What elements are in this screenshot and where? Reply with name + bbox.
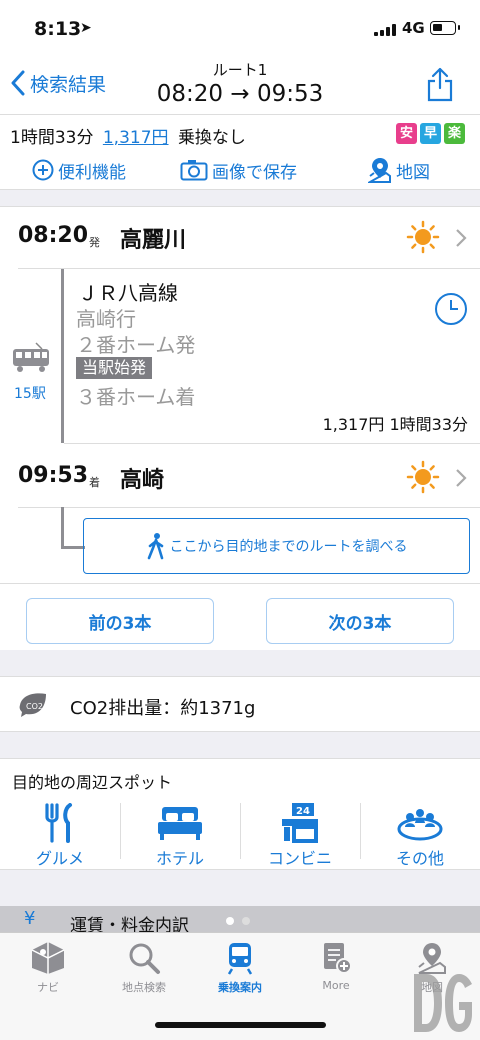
spot-gourmet[interactable]: グルメ [0, 803, 120, 868]
tab-navi[interactable]: ナビ [0, 941, 96, 999]
route-to-destination-button[interactable]: ここから目的地までのルートを調べる [83, 518, 470, 574]
other-icon [397, 809, 443, 841]
spot-convenience-store[interactable]: 24 コンビニ [240, 803, 360, 868]
page-indicator [226, 917, 250, 925]
summary-duration: 1時間33分 [10, 128, 94, 148]
train-icon [13, 342, 49, 372]
spot-other-label: その他 [395, 849, 444, 868]
summary-fare-link[interactable]: 1,317円 [103, 128, 169, 148]
departure-time: 08:20 [18, 223, 89, 248]
arrival-station: 高崎 [120, 468, 165, 493]
spot-hotel[interactable]: ホテル [120, 803, 240, 868]
co2-leaf-icon: CO2 [19, 693, 46, 717]
train-destination: 高崎行 [76, 307, 136, 331]
badge-cheap: 安 [396, 123, 417, 144]
origin-tag: 当駅始発 [76, 357, 153, 379]
route-time-range: 08:20 → 09:53 [156, 81, 324, 107]
spot-other[interactable]: その他 [360, 803, 480, 868]
watermark-logo [414, 974, 472, 1032]
save-image-button[interactable]: 画像で保存 [180, 155, 297, 185]
convenient-functions-label: 便利機能 [58, 162, 126, 183]
divider [18, 268, 480, 269]
status-bar: 8:13 ➤ 4G [0, 0, 480, 56]
departure-row[interactable]: 08:20 発 高麗川 [0, 207, 480, 267]
save-image-label: 画像で保存 [212, 162, 297, 183]
location-arrow-icon: ➤ [80, 20, 92, 36]
chevron-right-icon [456, 469, 467, 487]
station-count: 15駅 [14, 386, 46, 402]
divider [18, 507, 480, 508]
departure-kind: 発 [89, 236, 100, 249]
home-indicator [155, 1022, 326, 1028]
tab-transfer-guide[interactable]: 乗換案内 [192, 941, 288, 999]
share-icon[interactable] [424, 66, 456, 102]
spot-convenience-store-label: コンビニ [267, 849, 332, 868]
route-detail-card: 08:20 発 高麗川 ＪＲ八高線 高崎行 ２番ホーム発 当駅始発 ３番ホーム着… [0, 206, 480, 584]
route-badges: 安 早 楽 [396, 123, 465, 144]
route-line [61, 269, 64, 443]
plus-circle-icon [32, 159, 54, 181]
camera-icon [180, 160, 208, 181]
co2-emission: CO2排出量：約1371g [70, 698, 256, 719]
map-button[interactable]: 地図 [368, 155, 430, 185]
nearby-spots: 目的地の周辺スポット グルメ ホテル 24 コンビニ その他 [0, 758, 480, 870]
departure-station: 高麗川 [120, 228, 187, 253]
next-trains-button[interactable]: 次の3本 [266, 598, 454, 644]
previous-trains-button[interactable]: 前の3本 [26, 598, 214, 644]
route-to-destination-label: ここから目的地までのルートを調べる [169, 539, 408, 555]
tab-navi-label: ナビ [37, 981, 59, 994]
tab-place-search-label: 地点検索 [122, 981, 166, 994]
arrival-platform: ３番ホーム着 [76, 385, 196, 409]
gourmet-icon [45, 803, 72, 843]
status-time: 8:13 [34, 18, 82, 40]
tab-transfer-guide-label: 乗換案内 [218, 981, 262, 994]
prev-next-section: 前の3本 次の3本 [0, 584, 480, 650]
spot-gourmet-label: グルメ [35, 849, 84, 868]
document-add-icon [324, 943, 352, 974]
network-type: 4G [402, 19, 425, 37]
map-pin-icon [368, 158, 391, 183]
badge-easy: 楽 [444, 123, 465, 144]
spot-hotel-label: ホテル [155, 849, 204, 868]
divider [64, 443, 480, 444]
tab-more[interactable]: More [288, 941, 384, 999]
sun-icon [406, 460, 440, 494]
convenience-store-badge: 24 [296, 806, 310, 817]
walking-person-icon [147, 533, 163, 560]
train-front-icon [227, 943, 253, 975]
co2-row: CO2 CO2排出量：約1371g [0, 676, 480, 732]
search-icon [129, 943, 160, 974]
nav-bar: 検索結果 ルート1 08:20 → 09:53 [0, 56, 480, 114]
train-line-name: ＪＲ八高線 [78, 281, 178, 305]
badge-fast: 早 [420, 123, 441, 144]
arrival-kind: 着 [89, 476, 100, 489]
map-label: 地図 [396, 162, 430, 183]
arrival-time: 09:53 [18, 463, 89, 488]
clock-icon[interactable] [434, 292, 468, 326]
departure-platform: ２番ホーム発 [76, 333, 196, 357]
summary-transfers: 乗換なし [177, 128, 246, 148]
route-summary: 1時間33分 1,317円 乗換なし 安 早 楽 便利機能 画像で保存 地図 [0, 114, 480, 190]
summary-line: 1時間33分 1,317円 乗換なし [10, 123, 246, 148]
tool-row: 便利機能 画像で保存 地図 [0, 155, 480, 185]
tab-more-label: More [322, 979, 350, 992]
chevron-right-icon [456, 229, 467, 247]
sun-icon [406, 220, 440, 254]
walk-connector-line [61, 507, 85, 549]
convenience-store-icon: 24 [282, 803, 318, 843]
co2-icon-label: CO2 [26, 702, 43, 711]
arrival-row[interactable]: 09:53 着 高崎 [0, 447, 480, 507]
yen-icon: ¥ [24, 908, 36, 929]
leg-fare-time: 1,317円 1時間33分 [322, 415, 468, 434]
signal-icon [374, 24, 398, 36]
hotel-icon [158, 807, 202, 840]
nearby-spots-heading: 目的地の周辺スポット [12, 773, 173, 792]
battery-icon [430, 21, 460, 35]
tab-place-search[interactable]: 地点検索 [96, 941, 192, 999]
navi-icon [31, 942, 65, 974]
convenient-functions-button[interactable]: 便利機能 [32, 155, 126, 185]
page-title: ルート1 [212, 61, 268, 79]
